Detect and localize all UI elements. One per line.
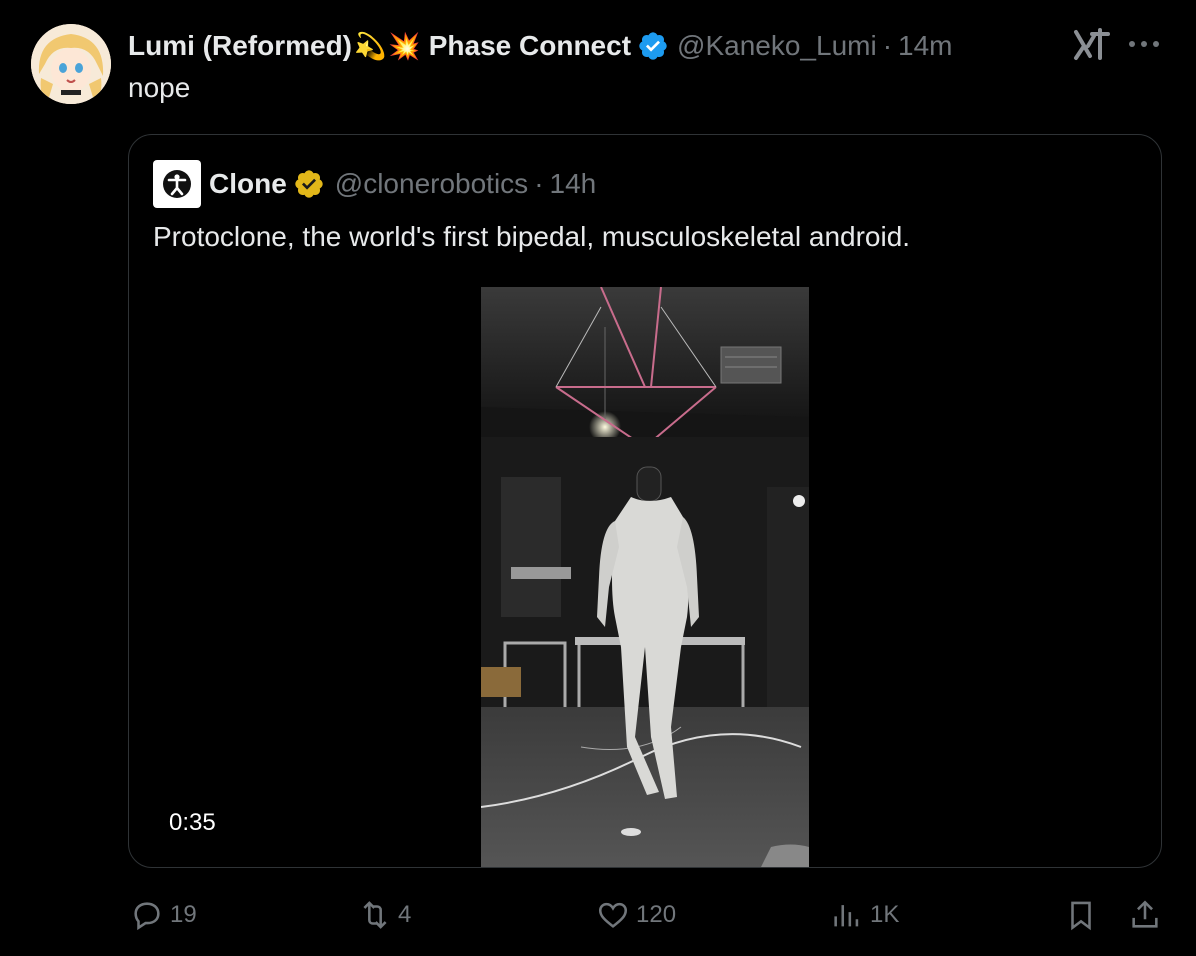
quote-timestamp[interactable]: 14h — [550, 168, 597, 200]
avatar[interactable] — [31, 24, 111, 104]
reply-button[interactable]: 19 — [130, 890, 197, 940]
gold-verified-badge-icon[interactable] — [293, 168, 325, 200]
video-player[interactable] — [481, 287, 809, 867]
collision-emoji: 💥 — [388, 30, 421, 61]
reply-count: 19 — [170, 901, 197, 928]
separator: · — [882, 30, 893, 61]
like-count: 120 — [636, 901, 677, 928]
grok-icon[interactable] — [1072, 26, 1112, 64]
like-icon — [598, 902, 628, 928]
like-button[interactable]: 120 — [596, 890, 676, 940]
tweet-text: nope — [128, 72, 191, 103]
tweet-header: Lumi (Reformed) 💫 💥 Phase Connect @Kanek… — [128, 28, 952, 64]
author-name[interactable]: Lumi (Reformed) — [128, 30, 352, 62]
more-icon[interactable] — [1126, 34, 1162, 54]
quote-header: Clone @clonerobotics · 14h — [153, 159, 596, 209]
repost-button[interactable]: 4 — [358, 890, 411, 940]
views-icon — [834, 905, 859, 927]
author-handle[interactable]: @Kaneko_Lumi — [677, 30, 877, 62]
quote-author-handle[interactable]: @clonerobotics — [335, 168, 528, 200]
timestamp[interactable]: 14m — [898, 30, 952, 62]
bookmark-icon — [1071, 901, 1091, 931]
quote-author-name[interactable]: Clone — [209, 168, 287, 200]
views-count: 1K — [870, 901, 900, 928]
dizzy-emoji: 💫 — [354, 30, 387, 61]
repost-icon — [363, 901, 387, 929]
verified-badge-icon[interactable] — [637, 30, 669, 62]
share-button[interactable] — [1128, 890, 1162, 940]
reply-icon — [134, 902, 160, 931]
bookmark-button[interactable] — [1064, 890, 1098, 940]
video-thumbnail — [481, 287, 809, 867]
action-bar: 19 4 120 1K — [0, 890, 1196, 940]
video-duration: 0:35 — [169, 809, 216, 836]
repost-count: 4 — [398, 901, 412, 928]
author-org[interactable]: Phase Connect — [429, 30, 631, 62]
share-icon — [1132, 900, 1158, 928]
quoted-tweet[interactable]: Clone @clonerobotics · 14h Protoclone, t… — [128, 134, 1162, 868]
views-button[interactable]: 1K — [830, 890, 899, 940]
quote-avatar[interactable] — [153, 160, 201, 208]
quote-text: Protoclone, the world's first bipedal, m… — [153, 221, 911, 252]
quote-separator: · — [534, 168, 544, 199]
